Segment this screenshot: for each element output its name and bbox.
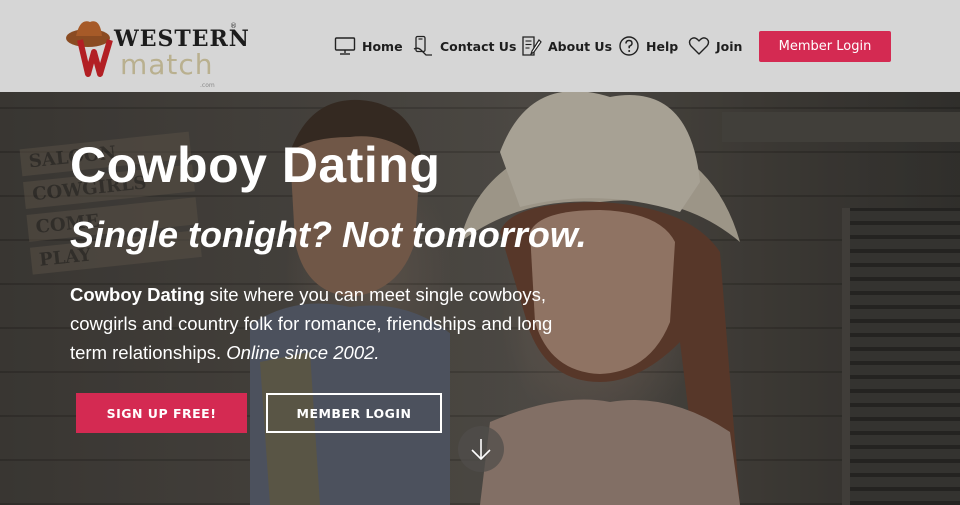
nav-join-label: Join bbox=[716, 38, 743, 54]
site-logo[interactable]: WESTERN ® match .com bbox=[66, 18, 249, 89]
monitor-icon bbox=[334, 37, 356, 55]
nav-contact-us[interactable]: Contact Us bbox=[412, 34, 516, 58]
logo-registered-mark: ® bbox=[230, 22, 237, 30]
document-pen-icon bbox=[522, 36, 542, 56]
hero-description-bold: Cowboy Dating bbox=[70, 284, 205, 305]
nav-contact-label: Contact Us bbox=[440, 38, 517, 54]
hero-description-italic: Online since 2002. bbox=[226, 342, 380, 363]
hero-subtitle: Single tonight? Not tomorrow. bbox=[70, 214, 587, 255]
heart-icon bbox=[688, 37, 710, 55]
sign-up-free-button[interactable]: SIGN UP FREE! bbox=[76, 393, 247, 433]
hero-description: Cowboy Dating site where you can meet si… bbox=[70, 280, 590, 367]
nav-home[interactable]: Home bbox=[334, 34, 403, 58]
scroll-down-button[interactable] bbox=[458, 426, 504, 472]
nav-home-label: Home bbox=[362, 38, 403, 54]
hero-section: SALOON COWGIRLS COME PLAY Cowboy Dating … bbox=[0, 92, 960, 505]
nav-help-label: Help bbox=[646, 38, 679, 54]
hero-title: Cowboy Dating bbox=[70, 137, 441, 193]
header-member-login-button[interactable]: Member Login bbox=[759, 31, 891, 62]
site-header: WESTERN ® match .com Home Contact Us Abo… bbox=[0, 0, 960, 92]
phone-hand-icon bbox=[413, 35, 432, 56]
nav-join[interactable]: Join bbox=[688, 34, 742, 58]
arrow-down-icon bbox=[471, 439, 491, 461]
nav-about-us[interactable]: About Us bbox=[520, 34, 612, 58]
nav-help[interactable]: Help bbox=[618, 34, 678, 58]
nav-about-label: About Us bbox=[548, 38, 613, 54]
logo-domain: .com bbox=[200, 82, 215, 89]
hero-member-login-button[interactable]: MEMBER LOGIN bbox=[266, 393, 442, 433]
question-circle-icon bbox=[619, 36, 639, 56]
logo-word-match: match bbox=[120, 48, 214, 81]
